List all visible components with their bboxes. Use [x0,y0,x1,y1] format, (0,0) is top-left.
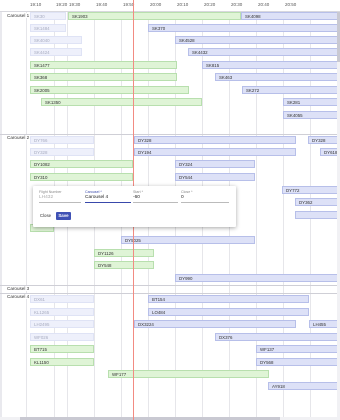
start-field[interactable]: Start * -60 [133,190,178,203]
flight-bar[interactable]: SK4432 [188,48,339,56]
flight-bar[interactable]: SK281 [283,98,339,106]
flight-bar[interactable]: DY1126 [94,249,154,257]
flight-bar[interactable]: WF026 [30,333,94,341]
flight-bar[interactable]: BT154 [148,295,309,303]
flight-bar[interactable]: DY362 [295,198,339,206]
flight-bar[interactable]: SK368 [30,73,177,81]
flight-bar[interactable]: DY310 [30,173,133,181]
gridline [26,0,27,420]
field-underline [39,202,81,203]
flight-bar[interactable]: SK4528 [175,36,339,44]
flight-bar[interactable]: DY766 [30,136,94,144]
start-field-value: -60 [133,195,140,200]
flight-number-value: LH432 [39,195,54,200]
flight-bar[interactable]: SK4055 [283,111,339,119]
carousel-field-label: Carousel * [85,190,102,194]
flight-bar[interactable]: DY5025 [121,236,255,244]
close-field-label: Close * [181,190,193,194]
carousel-3-label: Carousel 3 [6,286,31,291]
flight-bar[interactable]: LH2495 [30,320,94,328]
flight-bar[interactable]: KL1265 [30,308,94,316]
carousel-field[interactable]: Carousel * Carousel 4 [85,190,131,203]
time-tick: 20:10 [177,2,189,7]
carousel-2-label: Carousel 2 [6,135,31,140]
time-tick: 20:50 [285,2,297,7]
flight-bar[interactable]: SK1350 [41,98,202,106]
flight-bar[interactable]: SK463 [215,73,339,81]
time-tick: 20:00 [150,2,162,7]
save-button[interactable]: Save [56,212,71,220]
carousel-field-value: Carousel 4 [85,195,109,200]
flight-bar[interactable]: SK370 [148,24,339,32]
close-field-value: 0 [181,195,184,200]
field-underline [181,202,229,203]
time-tick: 20:20 [204,2,216,7]
flight-bar[interactable]: SK1903 [68,12,241,20]
field-underline [85,202,131,203]
time-tick: 19:20 [56,2,68,7]
close-field[interactable]: Close * 0 [181,190,229,203]
flight-bar[interactable]: DY328 [308,136,339,144]
flight-bar[interactable]: DY194 [134,148,296,156]
flight-bar[interactable]: DX61 [30,295,94,303]
flight-bar[interactable]: DY328 [30,148,94,156]
gantt-board: 19:10 19:20 19:30 19:40 19:50 20:00 20:1… [0,0,340,420]
flight-number-label: Flight Number [39,190,62,194]
flight-bar[interactable]: DX376 [215,333,339,341]
flight-bar[interactable]: DY990 [175,274,339,282]
time-tick: 19:40 [96,2,108,7]
flight-bar[interactable]: DY568 [256,358,339,366]
flight-bar[interactable]: SK2005 [30,86,189,94]
time-tick: 20:30 [231,2,243,7]
flight-bar[interactable]: SK1477 [30,61,177,69]
flight-bar[interactable]: SK1484 [30,24,66,32]
flight-bar[interactable]: DY1082 [30,160,133,168]
flight-bar[interactable]: BT715 [30,345,94,353]
edit-flight-dialog: Flight Number LH432 Carousel * Carousel … [33,186,236,227]
flight-bar[interactable]: WF137 [256,345,339,353]
flight-bar[interactable]: SK30 [30,12,66,20]
field-underline [133,202,178,203]
flight-bar[interactable]: KL1150 [30,358,94,366]
flight-bar[interactable] [295,211,339,219]
carousel-4-label: Carousel 4 [6,294,31,299]
carousel-1-label: Carousel 1 [6,13,31,18]
flight-bar[interactable]: DY772 [282,186,339,194]
flight-bar[interactable]: DY544 [175,173,255,181]
flight-bar[interactable]: DY324 [175,160,255,168]
flight-bar[interactable]: SK4424 [30,48,82,56]
time-tick: 20:40 [258,2,270,7]
flight-number-field[interactable]: Flight Number LH432 [39,190,81,203]
start-field-label: Start * [133,190,143,194]
carousel-separator [0,293,340,294]
carousel-separator [0,134,340,135]
flight-bar[interactable]: LH455 [309,320,339,328]
flight-bar[interactable]: DY328 [134,136,296,144]
flight-bar[interactable]: DX3224 [134,320,296,328]
close-button[interactable]: Close [39,212,52,220]
flight-bar[interactable]: SK4098 [241,12,339,20]
flight-bar[interactable]: SK815 [202,61,339,69]
time-axis: 19:10 19:20 19:30 19:40 19:50 20:00 20:1… [0,0,340,12]
time-tick: 19:30 [69,2,81,7]
carousel-separator [0,285,340,286]
flight-bar[interactable]: LO484 [148,308,309,316]
flight-bar[interactable]: SK272 [242,86,339,94]
time-tick: 19:10 [30,2,42,7]
row-gutter [0,11,2,420]
flight-bar[interactable]: DY548 [94,261,154,269]
flight-bar[interactable]: AY918 [268,382,339,390]
flight-bar[interactable]: SK4040 [30,36,82,44]
